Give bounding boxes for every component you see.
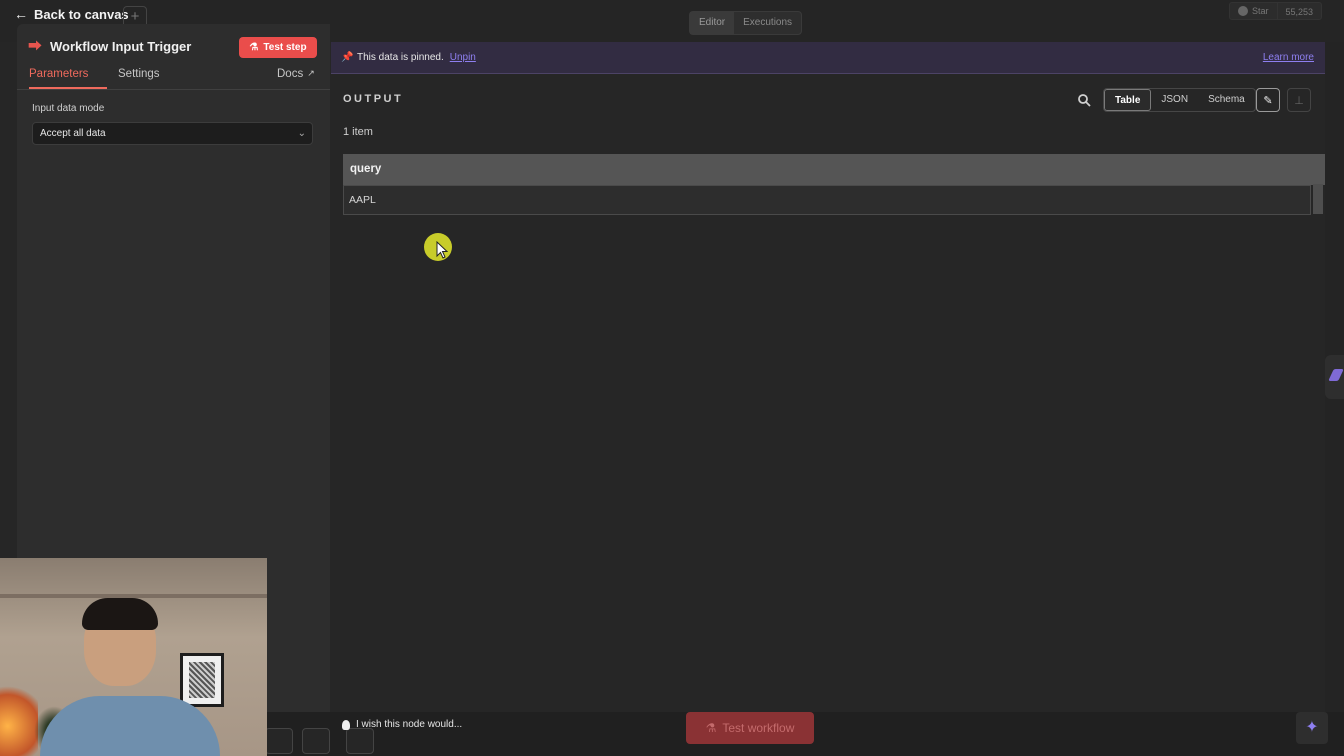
output-title: OUTPUT xyxy=(343,93,404,105)
sparkle-icon: ✦ xyxy=(1305,719,1319,736)
canvas-tool-button[interactable] xyxy=(302,728,330,754)
node-title: Workflow Input Trigger xyxy=(50,38,192,54)
search-icon[interactable] xyxy=(1077,93,1091,107)
webcam-lamp xyxy=(0,678,38,756)
view-mode-schema[interactable]: Schema xyxy=(1198,89,1255,111)
github-icon xyxy=(1238,6,1248,16)
mouse-pointer-icon xyxy=(436,241,448,259)
right-panel-handle[interactable] xyxy=(1325,355,1344,399)
tab-editor[interactable]: Editor xyxy=(690,12,735,34)
input-data-mode-value: Accept all data xyxy=(40,128,106,139)
docs-label: Docs xyxy=(277,68,304,80)
output-view-modes: Table JSON Schema xyxy=(1103,88,1256,112)
pin-icon: ⊥ xyxy=(1294,94,1304,107)
docs-link[interactable]: Docs ↗ xyxy=(277,68,315,89)
unpin-link[interactable]: Unpin xyxy=(450,52,476,63)
pinned-text: This data is pinned. xyxy=(357,52,444,63)
back-to-canvas-button[interactable]: ← Back to canvas xyxy=(14,6,129,22)
node-header: ⮕ Workflow Input Trigger xyxy=(28,36,191,56)
canvas-tool-button[interactable] xyxy=(265,728,293,754)
tab-settings[interactable]: Settings xyxy=(118,68,160,89)
arrow-left-icon: ← xyxy=(14,6,28,22)
pin-icon: 📌 xyxy=(341,51,354,63)
feedback-label: I wish this node would... xyxy=(356,719,463,730)
table-scrollbar[interactable] xyxy=(1313,184,1323,214)
test-workflow-label: Test workflow xyxy=(722,721,795,735)
canvas-tool-button[interactable] xyxy=(346,728,374,754)
input-data-mode-select[interactable]: Accept all data ⌄ xyxy=(32,122,313,145)
tab-executions[interactable]: Executions xyxy=(734,12,801,34)
output-table: query AAPL xyxy=(343,154,1325,215)
item-count: 1 item xyxy=(343,126,373,138)
sign-in-icon: ⮕ xyxy=(28,38,42,54)
column-header-query: query xyxy=(343,154,1325,185)
pencil-tab-icon xyxy=(1328,369,1344,381)
pin-output-button[interactable]: ⊥ xyxy=(1287,88,1311,112)
github-star-count: 55,253 xyxy=(1277,2,1323,20)
test-workflow-button[interactable]: ⚗ Test workflow xyxy=(686,712,814,744)
github-star-widget[interactable]: Star 55,253 xyxy=(1229,2,1323,20)
node-tabs: Parameters Settings Docs ↗ xyxy=(17,68,330,90)
test-step-button[interactable]: ⚗ Test step xyxy=(239,37,317,58)
webcam-overlay xyxy=(0,558,267,756)
chevron-down-icon: ⌄ xyxy=(297,128,306,139)
view-switch: Editor Executions xyxy=(689,11,803,35)
flask-icon: ⚗ xyxy=(249,42,259,53)
external-link-icon: ↗ xyxy=(307,68,315,78)
ai-assistant-button[interactable]: ✦ xyxy=(1296,712,1328,744)
view-mode-json[interactable]: JSON xyxy=(1151,89,1198,111)
edit-output-button[interactable]: ✎ xyxy=(1256,88,1280,112)
back-to-canvas-label: Back to canvas xyxy=(34,6,129,22)
webcam-wall-frame xyxy=(180,653,224,707)
learn-more-link[interactable]: Learn more xyxy=(1263,52,1314,63)
pencil-icon: ✎ xyxy=(1263,94,1273,107)
webcam-person-hair xyxy=(82,598,158,630)
input-data-mode-label: Input data mode xyxy=(32,103,105,114)
view-mode-table[interactable]: Table xyxy=(1104,89,1152,111)
github-star-button[interactable]: Star xyxy=(1229,2,1278,20)
pinned-data-banner: 📌 This data is pinned. Unpin Learn more xyxy=(331,42,1325,74)
webcam-person-body xyxy=(40,696,220,756)
flask-icon: ⚗ xyxy=(705,721,717,735)
test-step-label: Test step xyxy=(263,42,307,53)
github-star-label: Star xyxy=(1252,6,1269,16)
feedback-prompt[interactable]: I wish this node would... xyxy=(342,719,462,730)
lightbulb-icon xyxy=(342,719,350,730)
tab-parameters[interactable]: Parameters xyxy=(29,68,107,89)
table-cell[interactable]: AAPL xyxy=(343,185,1311,215)
